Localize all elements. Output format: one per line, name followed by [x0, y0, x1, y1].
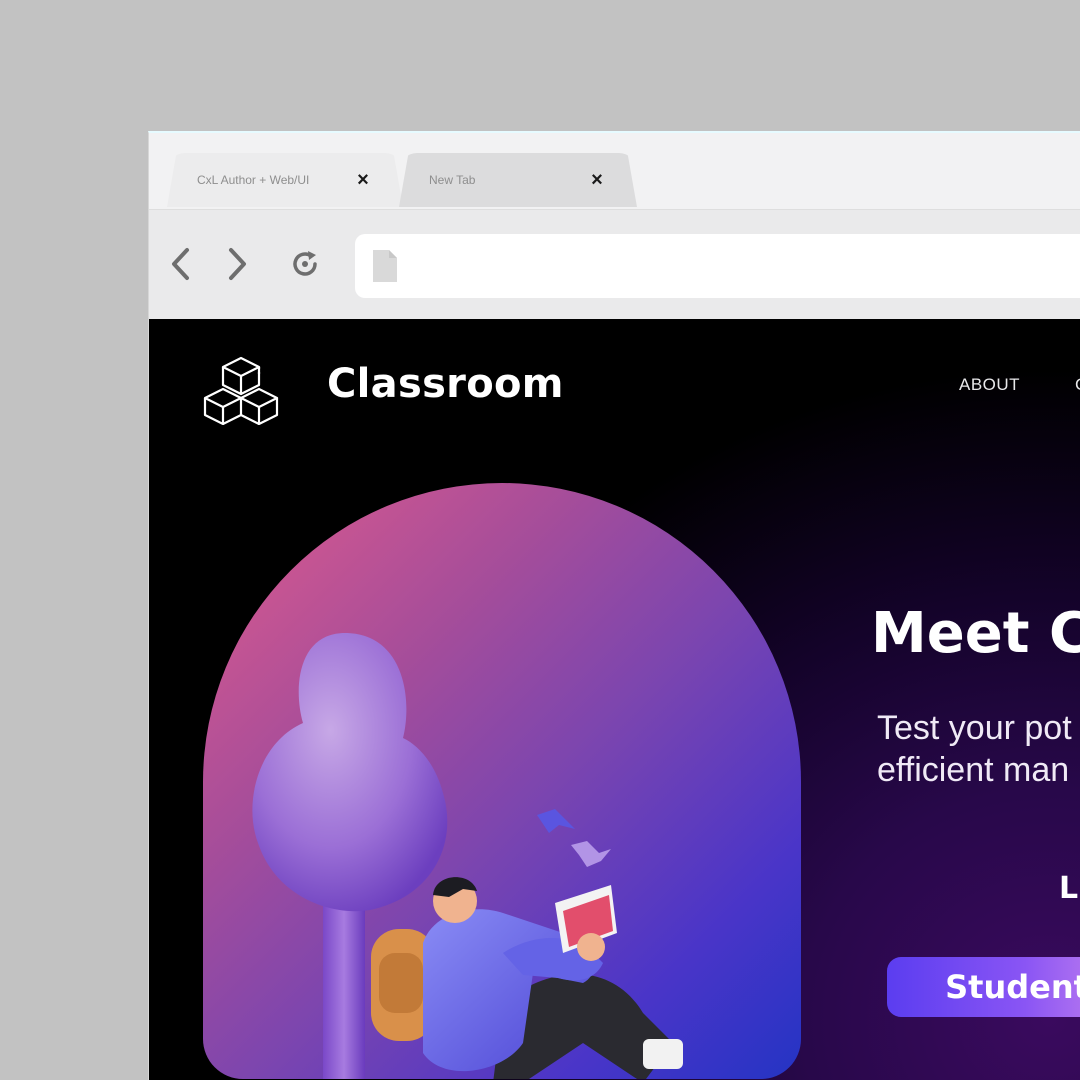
- hero-subtitle: Test your pot efficient man: [877, 707, 1072, 791]
- page-content: Classroom ABOUT C: [149, 319, 1080, 1080]
- forward-button[interactable]: [217, 242, 257, 286]
- chevron-right-icon: [229, 248, 246, 280]
- hero-subtitle-line-2: efficient man: [877, 751, 1070, 789]
- student-button[interactable]: Student: [887, 957, 1080, 1017]
- student-reading-illustration: [252, 633, 683, 1079]
- close-tab-icon[interactable]: ×: [585, 168, 609, 192]
- brand-name[interactable]: Classroom: [327, 361, 564, 407]
- chevron-left-icon: [172, 248, 189, 280]
- hero-subtitle-line-1: Test your pot: [877, 709, 1072, 747]
- nav-item-2[interactable]: C: [1075, 375, 1080, 395]
- hero-illustration-frame: [203, 483, 801, 1079]
- browser-window: CxL Author + Web/UI × New Tab × Classroo…: [148, 131, 1080, 1080]
- cubes-logo-icon[interactable]: [201, 353, 285, 425]
- back-button[interactable]: [161, 242, 201, 286]
- reload-button[interactable]: [285, 242, 325, 286]
- address-bar[interactable]: [355, 234, 1080, 298]
- close-tab-icon[interactable]: ×: [351, 168, 375, 192]
- reload-icon: [293, 251, 317, 276]
- tab-label: CxL Author + Web/UI: [197, 173, 310, 187]
- document-icon: [373, 250, 397, 282]
- tab-active[interactable]: CxL Author + Web/UI ×: [167, 153, 403, 207]
- tab-strip: CxL Author + Web/UI × New Tab ×: [149, 133, 1080, 209]
- browser-toolbar: [149, 209, 1080, 319]
- nav-about[interactable]: ABOUT: [959, 375, 1020, 395]
- hero-title: Meet C: [871, 601, 1080, 666]
- tab-label: New Tab: [429, 173, 476, 187]
- hero-cta-text[interactable]: L: [1059, 871, 1078, 906]
- tab-new[interactable]: New Tab ×: [399, 153, 637, 207]
